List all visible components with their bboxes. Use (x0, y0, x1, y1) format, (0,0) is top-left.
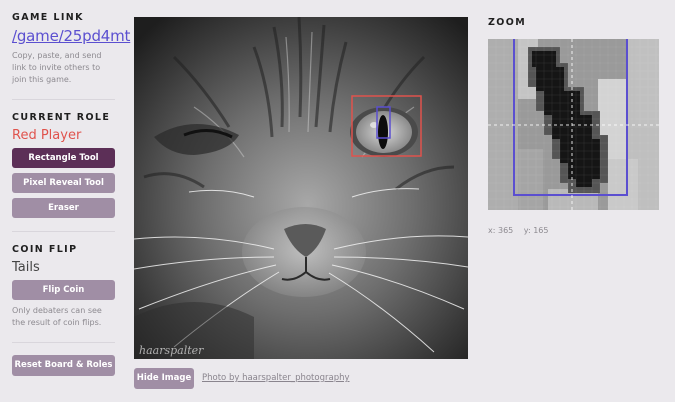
current-role-heading: CURRENT ROLE (12, 112, 111, 123)
coin-flip-heading: COIN FLIP (12, 244, 78, 255)
game-link-heading: GAME LINK (12, 12, 84, 23)
zoom-pixel-grid (488, 36, 659, 210)
flip-coin-button[interactable]: Flip Coin (12, 280, 115, 300)
hide-image-button[interactable]: Hide Image (134, 368, 194, 389)
zoom-heading: ZOOM (488, 17, 527, 28)
sidebar: GAME LINK /game/25pd4mt Copy, paste, and… (12, 12, 130, 376)
current-role-value: Red Player (12, 128, 82, 143)
divider (12, 99, 115, 100)
zoom-x-coordinate: x: 365 (488, 226, 514, 235)
divider (12, 342, 115, 343)
divider (12, 231, 115, 232)
reset-board-button[interactable]: Reset Board & Roles (12, 355, 115, 376)
cat-photo[interactable]: haarspalter (134, 17, 468, 359)
cat-photo-canvas[interactable]: haarspalter (134, 17, 468, 359)
coin-flip-hint: Only debaters can see the result of coin… (12, 306, 102, 327)
pixel-reveal-tool-button[interactable]: Pixel Reveal Tool (12, 173, 115, 193)
game-link-hint: Copy, paste, and send link to invite oth… (12, 51, 102, 84)
zoom-coordinates: x: 365 y: 165 (488, 226, 556, 235)
coin-flip-result: Tails (12, 260, 40, 275)
game-link[interactable]: /game/25pd4mt (12, 27, 130, 45)
zoom-preview (488, 36, 659, 210)
photo-credit-link[interactable]: Photo by haarspalter_photography (202, 373, 350, 383)
zoom-y-coordinate: y: 165 (523, 226, 549, 235)
eraser-button[interactable]: Eraser (12, 198, 115, 218)
photo-watermark: haarspalter (139, 344, 204, 357)
rectangle-tool-button[interactable]: Rectangle Tool (12, 148, 115, 168)
